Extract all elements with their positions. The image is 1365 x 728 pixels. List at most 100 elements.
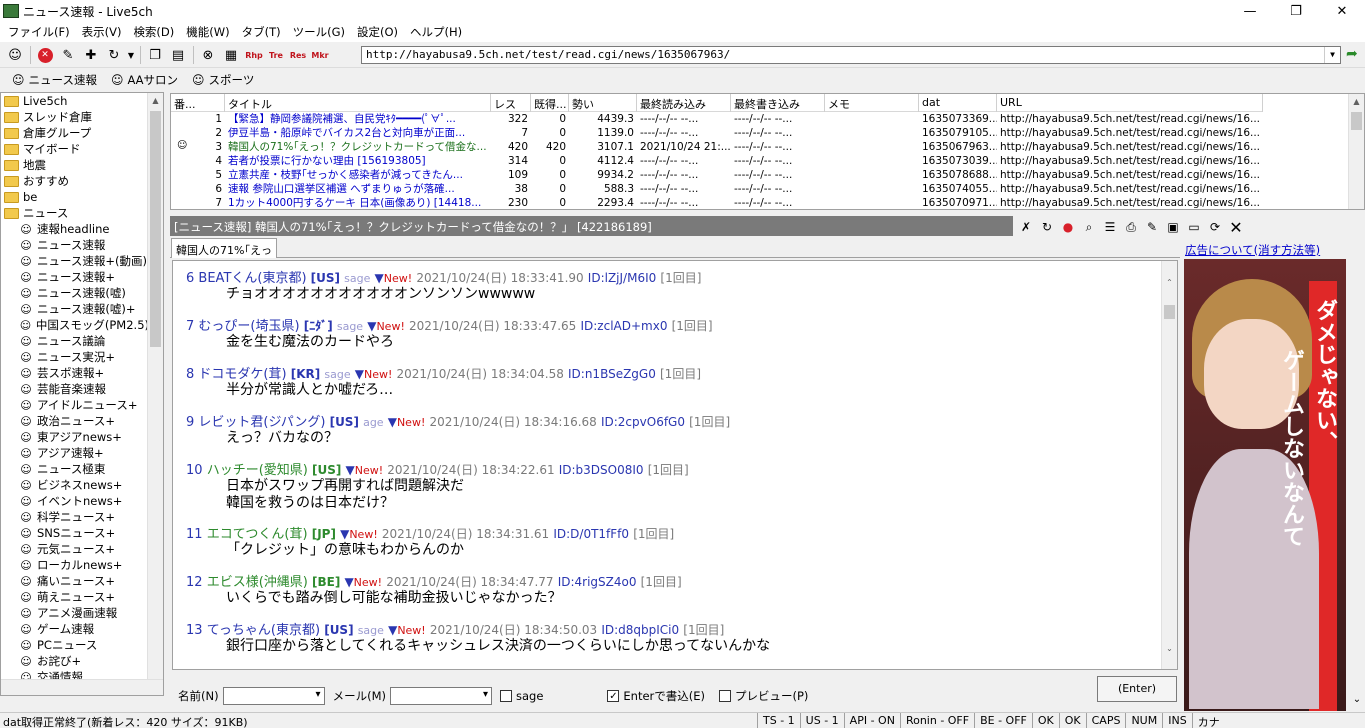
post-number[interactable]: 13 <box>186 623 203 638</box>
ad-scrollbar[interactable]: ⌄ <box>1349 259 1365 711</box>
column-header[interactable]: メモ <box>825 94 919 112</box>
column-header[interactable]: 最終読み込み <box>637 94 731 112</box>
tree-board[interactable]: ☺ 中国スモッグ(PM2.5) <box>1 317 149 333</box>
minimize-button[interactable]: — <box>1227 0 1273 22</box>
ad-info-link[interactable]: 広告について(消す方法等) <box>1185 242 1320 258</box>
column-header[interactable]: 既得... <box>531 94 569 112</box>
tree-board[interactable]: ☺ ビジネスnews+ <box>1 477 149 493</box>
tree-board[interactable]: ☺ アニメ漫画速報 <box>1 605 149 621</box>
tree-board[interactable]: ☺ SNSニュース+ <box>1 525 149 541</box>
post-id[interactable]: ID:D/0T1fFf0 <box>553 527 629 541</box>
menu-item[interactable]: 検索(D) <box>127 24 180 40</box>
sage-checkbox[interactable] <box>499 690 512 702</box>
mail-input[interactable] <box>389 687 492 705</box>
close-thread-icon[interactable]: ✕ <box>1226 218 1246 237</box>
tree-board[interactable]: ☺ PCニュース <box>1 637 149 653</box>
post-number[interactable]: 12 <box>186 575 203 590</box>
board-list-icon[interactable]: ▦ <box>220 45 242 65</box>
tree-board[interactable]: ☺ 痛いニュース+ <box>1 573 149 589</box>
link-bar-item[interactable]: ☺ スポーツ <box>192 72 254 88</box>
tree-board[interactable]: ☺ ニュース議論 <box>1 333 149 349</box>
advertisement[interactable]: ダメじゃない、 ゲームしないなんて <box>1184 259 1346 711</box>
thread-row[interactable]: 3 韓国人の71%｢えっ！？クレジットカードって借金な... 420 420 3107.… <box>171 140 1263 154</box>
tree-board[interactable]: ☺ 芸スポ速報+ <box>1 365 149 381</box>
tree-board[interactable]: ☺ ニュース速報(嘘) <box>1 285 149 301</box>
thread-row[interactable]: 2 伊豆半島・船原峠でバイカス2台と対向車が正面... 7 0 1139.0 ----/-… <box>171 126 1263 140</box>
reload-icon[interactable]: ↻ <box>1037 218 1057 236</box>
scroll-up-icon[interactable]: ▲ <box>1349 94 1364 110</box>
tree-folder[interactable]: マイボード <box>1 141 149 157</box>
delete-log-icon[interactable]: ✗ <box>1016 218 1036 236</box>
column-header[interactable]: 番... <box>171 94 225 112</box>
tree-board[interactable]: ☺ ニュース実況+ <box>1 349 149 365</box>
tree-folder[interactable]: be <box>1 189 149 205</box>
tree-board[interactable]: ☺ 元気ニュース+ <box>1 541 149 557</box>
stop-button[interactable]: ✕ <box>34 45 56 65</box>
post-number[interactable]: 9 <box>186 415 194 430</box>
search-icon[interactable]: ⌕ <box>1079 218 1099 236</box>
stop-icon[interactable]: ● <box>1058 218 1078 236</box>
tree-folder[interactable]: Live5ch <box>1 93 149 109</box>
reply-triangle-icon[interactable]: ▼ <box>375 271 384 285</box>
thread-tab[interactable]: 韓国人の71%｢えっ <box>171 238 277 258</box>
enter-checkbox[interactable]: ✓ <box>607 690 620 702</box>
thread-row[interactable]: 1 【緊急】静岡参議院補選、自民党ｷﾀ━━━━(ﾟ∀ﾟ... 322 0 4439.3-… <box>171 112 1263 126</box>
post-id[interactable]: ID:n1BSeZgG0 <box>568 367 656 381</box>
save-icon[interactable]: ▣ <box>1163 218 1183 236</box>
thread-list-scrollbar[interactable]: ▲ <box>1348 94 1364 209</box>
reply-triangle-icon[interactable]: ▼ <box>340 527 349 541</box>
tree-board[interactable]: ☺ ニュース極東 <box>1 461 149 477</box>
tree-vertical-scrollbar[interactable]: ▲ <box>147 93 163 695</box>
post-number[interactable]: 10 <box>186 463 203 478</box>
scroll-thumb[interactable] <box>1164 305 1175 319</box>
column-header[interactable]: レス <box>491 94 531 112</box>
tree-board[interactable]: ☺ 速報headline <box>1 221 149 237</box>
list-icon[interactable]: ☰ <box>1100 218 1120 236</box>
scroll-up-icon[interactable]: ⌃ <box>1162 275 1177 291</box>
thread-row[interactable]: 4 若者が投票に行かない理由 [156193805] 314 0 4112.4 ----/… <box>171 154 1263 168</box>
column-header[interactable]: URL <box>997 94 1263 112</box>
refresh-icon[interactable]: ↻ <box>103 45 125 65</box>
url-dropdown-icon[interactable]: ▼ <box>1324 47 1340 63</box>
reply-triangle-icon[interactable]: ▼ <box>388 623 397 637</box>
column-header[interactable]: 勢い <box>569 94 637 112</box>
tree-board[interactable]: ☺ イベントnews+ <box>1 493 149 509</box>
menu-item[interactable]: 機能(W) <box>180 24 235 40</box>
link-bar-item[interactable]: ☺ AAサロン <box>111 72 178 88</box>
ninja-icon[interactable]: ☺ <box>4 45 26 65</box>
tree-board[interactable]: ☺ 東アジアnews+ <box>1 429 149 445</box>
scroll-down-icon[interactable]: ⌄ <box>1349 694 1365 705</box>
tree-board[interactable]: ☺ ニュース速報+ <box>1 269 149 285</box>
write-button[interactable]: (Enter) <box>1097 676 1177 702</box>
paste-icon[interactable]: ▤ <box>167 45 189 65</box>
tree-folder[interactable]: おすすめ <box>1 173 149 189</box>
tag-rhp[interactable]: Rhp <box>243 51 265 60</box>
scroll-up-icon[interactable]: ▲ <box>148 93 163 109</box>
tree-board[interactable]: ☺ お詫び+ <box>1 653 149 669</box>
tag-tre[interactable]: Tre <box>265 51 287 60</box>
tree-folder[interactable]: 地震 <box>1 157 149 173</box>
menu-item[interactable]: 設定(O) <box>351 24 404 40</box>
post-number[interactable]: 6 <box>186 271 194 286</box>
menu-item[interactable]: ファイル(F) <box>2 24 76 40</box>
tree-board[interactable]: ☺ 萌えニュース+ <box>1 589 149 605</box>
link-bar-item[interactable]: ☺ ニュース速報 <box>12 72 97 88</box>
post-id[interactable]: ID:zclAD+mx0 <box>580 319 667 333</box>
url-input[interactable]: http://hayabusa9.5ch.net/test/read.cgi/n… <box>361 46 1341 64</box>
tree-folder[interactable]: 倉庫グループ <box>1 125 149 141</box>
column-header[interactable]: 最終書き込み <box>731 94 825 112</box>
block-icon[interactable]: ⊗ <box>197 45 219 65</box>
tree-board[interactable]: ☺ ニュース速報+(動画) <box>1 253 149 269</box>
name-input[interactable] <box>222 687 325 705</box>
print-icon[interactable]: ⎙ <box>1121 218 1141 236</box>
menu-item[interactable]: タブ(T) <box>236 24 287 40</box>
post-id[interactable]: ID:4rigSZ4o0 <box>558 575 637 589</box>
scroll-thumb[interactable] <box>150 111 161 347</box>
tag-mkr[interactable]: Mkr <box>309 51 331 60</box>
enter-option[interactable]: ✓ Enterで書込(E) <box>607 688 705 704</box>
menu-item[interactable]: ツール(G) <box>287 24 351 40</box>
preview-option[interactable]: プレビュー(P) <box>719 688 808 704</box>
preview-checkbox[interactable] <box>719 690 732 702</box>
go-arrow-icon[interactable]: ➦ <box>1346 46 1358 62</box>
post-number[interactable]: 8 <box>186 367 194 382</box>
